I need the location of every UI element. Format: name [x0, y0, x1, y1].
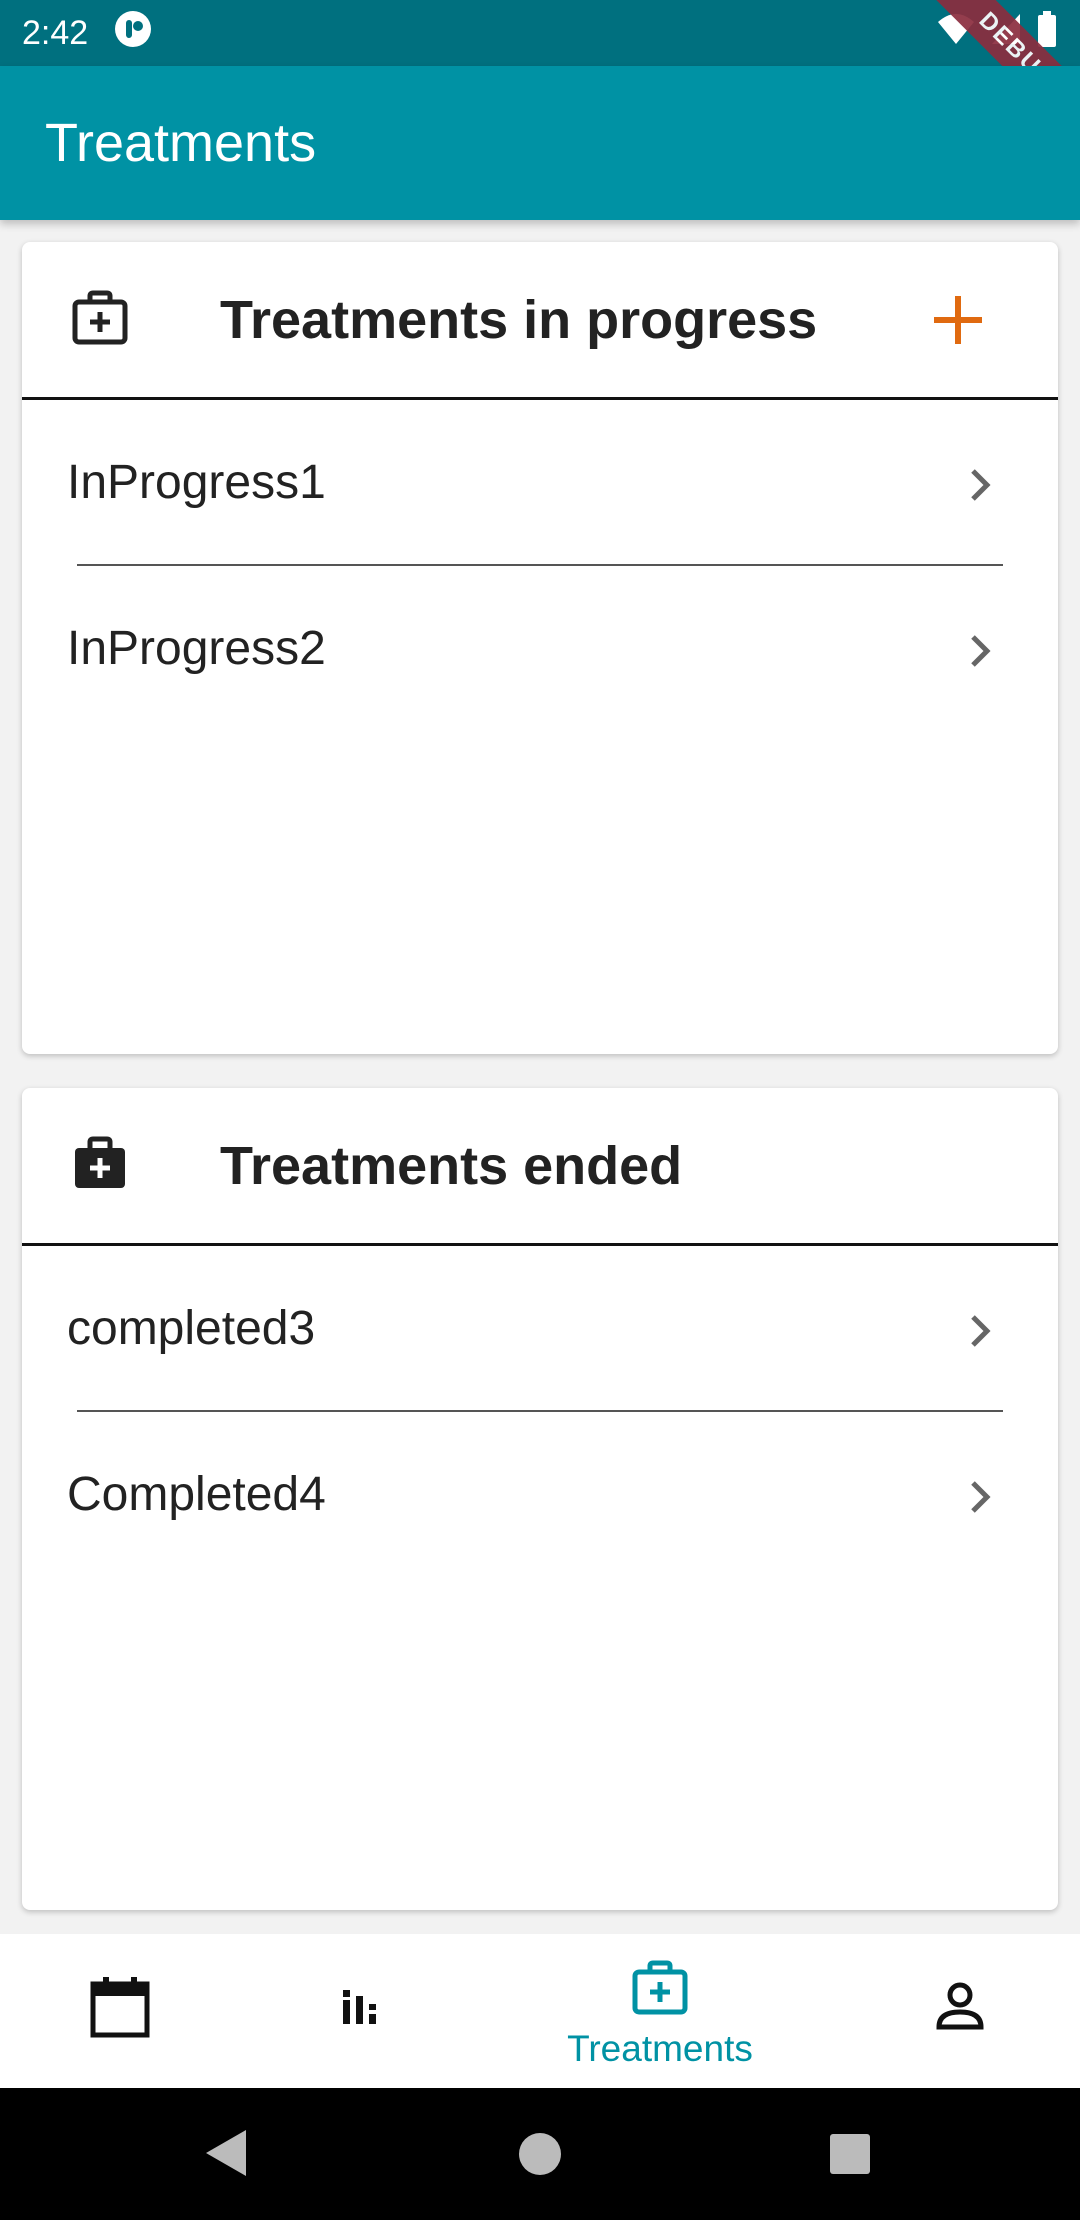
status-time: 2:42 [22, 13, 89, 52]
chevron-right-icon [960, 462, 1000, 502]
list-item[interactable]: InProgress2 [22, 566, 1058, 730]
nav-statistics[interactable] [300, 1934, 420, 2088]
status-bar: 2:42 [0, 0, 1080, 66]
in-progress-card-header: Treatments in progress [22, 242, 1058, 400]
nav-profile[interactable] [900, 1934, 1020, 2088]
chevron-right-icon [960, 1308, 1000, 1348]
medical-bag-outline-icon [70, 288, 130, 348]
list-item[interactable]: InProgress1 [22, 400, 1058, 564]
calendar-icon [90, 1976, 150, 2043]
list-item-label: completed3 [67, 1301, 316, 1355]
medical-bag-icon [70, 1134, 130, 1194]
plus-icon [934, 296, 982, 344]
in-progress-heading: Treatments in progress [220, 289, 818, 350]
nav-treatments-label: Treatments [567, 2028, 753, 2069]
add-treatment-button[interactable] [930, 292, 986, 348]
bottom-nav: Treatments [0, 1934, 1080, 2088]
home-icon[interactable] [518, 2132, 562, 2181]
medical-bag-outline-icon [630, 1958, 690, 2023]
app-notification-icon [114, 10, 152, 57]
nav-calendar[interactable] [60, 1934, 180, 2088]
person-icon [936, 1982, 984, 2035]
ended-card-header: Treatments ended [22, 1088, 1058, 1246]
list-item-label: InProgress1 [67, 455, 326, 509]
back-icon[interactable] [202, 2128, 248, 2183]
nav-treatments[interactable]: Treatments [520, 1934, 800, 2088]
list-item[interactable]: Completed4 [22, 1412, 1058, 1576]
ended-card: Treatments ended completed3 Completed4 [22, 1088, 1058, 1910]
recents-icon[interactable] [828, 2132, 872, 2181]
list-item-label: InProgress2 [67, 621, 326, 675]
list-item[interactable]: completed3 [22, 1246, 1058, 1410]
app-bar: Treatments [0, 66, 1080, 220]
list-item-label: Completed4 [67, 1467, 326, 1521]
system-nav-bar [0, 2088, 1080, 2220]
chevron-right-icon [960, 1474, 1000, 1514]
in-progress-card: Treatments in progress InProgress1 InPro… [22, 242, 1058, 1054]
bar-chart-icon [342, 1986, 382, 2031]
ended-heading: Treatments ended [220, 1135, 683, 1196]
chevron-right-icon [960, 628, 1000, 668]
page-title: Treatments [45, 113, 317, 173]
